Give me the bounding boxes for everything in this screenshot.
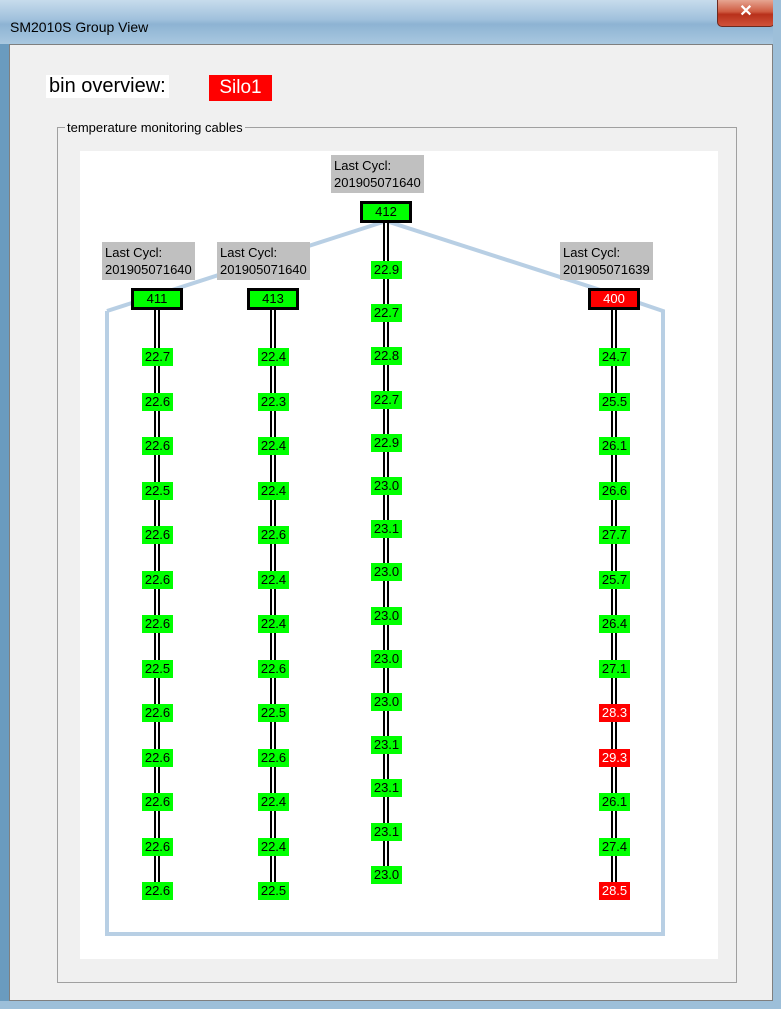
last-cycle-timestamp: 201905071640 [105,262,192,277]
bin-name-badge: Silo1 [209,75,272,101]
last-cycle-timestamp: 201905071640 [220,262,307,277]
cable-head-411[interactable]: 411 [131,288,183,310]
last-cycle-caption: Last Cycl: [563,245,621,260]
temperature-sensor[interactable]: 22.6 [142,526,173,544]
temperature-sensor[interactable]: 26.1 [599,793,630,811]
window-frame-bottom [0,1001,781,1009]
temperature-sensor[interactable]: 23.0 [371,563,402,581]
last-cycle-timestamp: 201905071640 [334,175,421,190]
cable-head-412[interactable]: 412 [360,201,412,223]
temperature-sensor[interactable]: 22.5 [258,882,289,900]
temperature-sensor[interactable]: 29.3 [599,749,630,767]
temperature-sensor[interactable]: 22.6 [142,437,173,455]
bin-overview-label: bin overview: [46,75,169,98]
temperature-sensor[interactable]: 22.9 [371,261,402,279]
temperature-sensor[interactable]: 23.0 [371,477,402,495]
temperature-sensor[interactable]: 22.6 [258,749,289,767]
temperature-sensor[interactable]: 23.0 [371,866,402,884]
temperature-sensor[interactable]: 22.8 [371,347,402,365]
groupbox-legend: temperature monitoring cables [65,120,245,135]
temperature-sensor[interactable]: 22.5 [142,660,173,678]
temperature-sensor[interactable]: 23.0 [371,650,402,668]
temperature-sensor[interactable]: 22.4 [258,615,289,633]
cable-last-cycle-label: Last Cycl: 201905071639 [560,242,653,280]
last-cycle-caption: Last Cycl: [105,245,163,260]
close-button[interactable]: ✕ [717,0,775,27]
temperature-sensor[interactable]: 28.3 [599,704,630,722]
last-cycle-caption: Last Cycl: [334,158,392,173]
cable-head-400[interactable]: 400 [588,288,640,310]
temperature-sensor[interactable]: 27.4 [599,838,630,856]
temperature-sensor[interactable]: 22.6 [142,704,173,722]
temperature-sensor[interactable]: 22.6 [142,393,173,411]
temperature-sensor[interactable]: 22.5 [142,482,173,500]
temperature-sensor[interactable]: 22.7 [142,348,173,366]
cable-last-cycle-label: Last Cycl: 201905071640 [217,242,310,280]
cable-last-cycle-label: Last Cycl: 201905071640 [102,242,195,280]
window-title: SM2010S Group View [10,19,149,35]
temperature-sensor[interactable]: 22.5 [258,704,289,722]
temperature-sensor[interactable]: 22.6 [142,571,173,589]
temperature-sensor[interactable]: 22.6 [258,660,289,678]
temperature-sensor[interactable]: 22.6 [142,838,173,856]
temperature-sensor[interactable]: 22.4 [258,437,289,455]
cable-last-cycle-label: Last Cycl: 201905071640 [331,155,424,193]
temperature-sensor[interactable]: 22.4 [258,482,289,500]
temperature-sensor[interactable]: 25.7 [599,571,630,589]
title-bar[interactable]: SM2010S Group View ✕ [0,0,781,44]
temperature-sensor[interactable]: 26.6 [599,482,630,500]
temperature-sensor[interactable]: 22.4 [258,838,289,856]
temperature-sensor[interactable]: 28.5 [599,882,630,900]
temperature-sensor[interactable]: 22.4 [258,571,289,589]
temperature-sensor[interactable]: 22.9 [371,434,402,452]
temperature-sensor[interactable]: 23.1 [371,520,402,538]
temperature-sensor[interactable]: 22.7 [371,391,402,409]
temperature-sensor[interactable]: 25.5 [599,393,630,411]
temperature-sensor[interactable]: 23.0 [371,693,402,711]
temperature-sensor[interactable]: 22.6 [142,882,173,900]
temperature-sensor[interactable]: 22.6 [142,615,173,633]
temperature-sensor[interactable]: 23.1 [371,779,402,797]
last-cycle-caption: Last Cycl: [220,245,278,260]
temperature-sensor[interactable]: 22.4 [258,793,289,811]
temperature-sensor[interactable]: 23.1 [371,736,402,754]
last-cycle-timestamp: 201905071639 [563,262,650,277]
temperature-sensor[interactable]: 23.1 [371,823,402,841]
cable-head-413[interactable]: 413 [247,288,299,310]
temperature-sensor[interactable]: 23.0 [371,607,402,625]
silo-canvas: Last Cycl: 201905071640 411 22.7 22.6 22.6 22.… [80,151,718,959]
temperature-sensor[interactable]: 22.6 [142,749,173,767]
temperature-sensor[interactable]: 26.1 [599,437,630,455]
temperature-sensor[interactable]: 24.7 [599,348,630,366]
window-frame-right [773,0,781,1009]
temperature-sensor[interactable]: 26.4 [599,615,630,633]
temperature-sensor[interactable]: 22.3 [258,393,289,411]
temperature-sensor[interactable]: 22.6 [142,793,173,811]
temperature-sensor[interactable]: 22.6 [258,526,289,544]
temperature-sensor[interactable]: 27.1 [599,660,630,678]
temperature-sensor[interactable]: 22.7 [371,304,402,322]
close-icon: ✕ [739,3,753,20]
temperature-sensor[interactable]: 27.7 [599,526,630,544]
temperature-sensor[interactable]: 22.4 [258,348,289,366]
